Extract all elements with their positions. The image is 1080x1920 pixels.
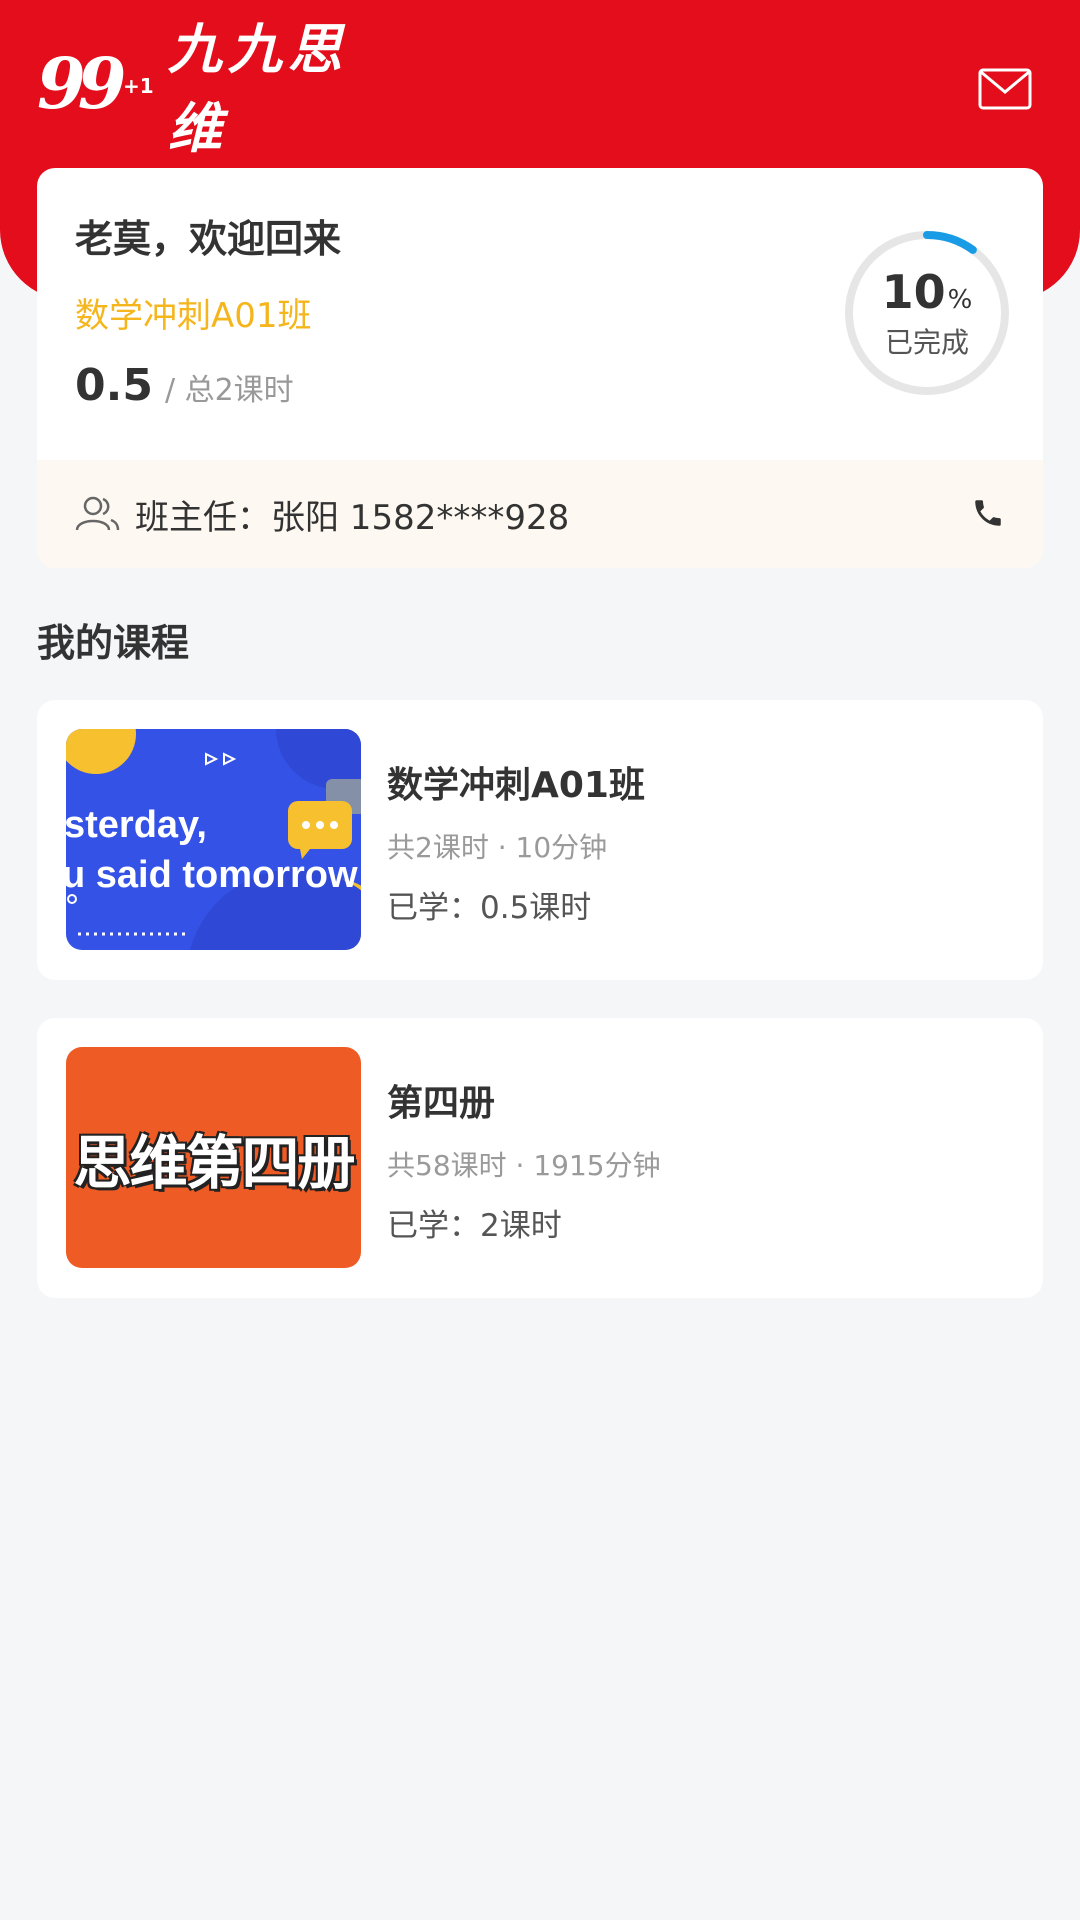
progress-label: 已完成 [884,326,969,359]
logo-superscript: +1 [123,74,154,98]
people-icon [75,496,120,531]
course-title: 数学冲刺A01班 [387,765,645,806]
hours-completed: 0.5 [75,360,153,411]
head-teacher-bar: 班主任：张阳 1582****928 [37,460,1043,568]
course-thumbnail: sterday, u said tomorrow [66,729,361,950]
summary-card: 老莫，欢迎回来 数学冲刺A01班 0.5 / 总2课时 10 % 已完成 班主任… [37,168,1043,568]
thumbnail-text: 思维第四册 [73,1128,355,1197]
course-title: 第四册 [387,1083,496,1124]
hours-total: / 总2课时 [164,373,294,408]
course-card[interactable]: sterday, u said tomorrow 数学冲刺A01班 共2课时 ·… [37,700,1043,980]
percent-sign: % [947,285,973,315]
thumbnail-text-line-1: sterday, [66,804,207,846]
course-meta: 共2课时 · 10分钟 [387,831,608,864]
course-learned: 已学：2课时 [387,1208,562,1244]
app-logo: 99 +1 九九思维 [37,17,405,160]
course-card[interactable]: 思维第四册 第四册 共58课时 · 1915分钟 已学：2课时 [37,1018,1043,1298]
my-courses-title: 我的课程 [37,621,190,665]
logo-text: 九九思维 [167,17,348,160]
progress-percent: 10 [881,265,946,319]
thumbnail-text-line-2: u said tomorrow [66,854,358,896]
progress-readout: 10 % 已完成 [842,228,1012,398]
greeting-text: 老莫，欢迎回来 [75,217,342,261]
course-learned: 已学：0.5课时 [387,890,592,926]
mail-icon[interactable] [978,68,1032,110]
course-thumbnail: 思维第四册 [66,1047,361,1268]
phone-icon[interactable] [971,496,1005,530]
current-class-name[interactable]: 数学冲刺A01班 [75,288,312,337]
course-meta: 共58课时 · 1915分钟 [387,1149,661,1182]
head-teacher-text: 班主任：张阳 1582****928 [135,497,570,538]
logo-number: 99 +1 [37,42,154,125]
hours-progress: 0.5 / 总2课时 [75,360,294,411]
